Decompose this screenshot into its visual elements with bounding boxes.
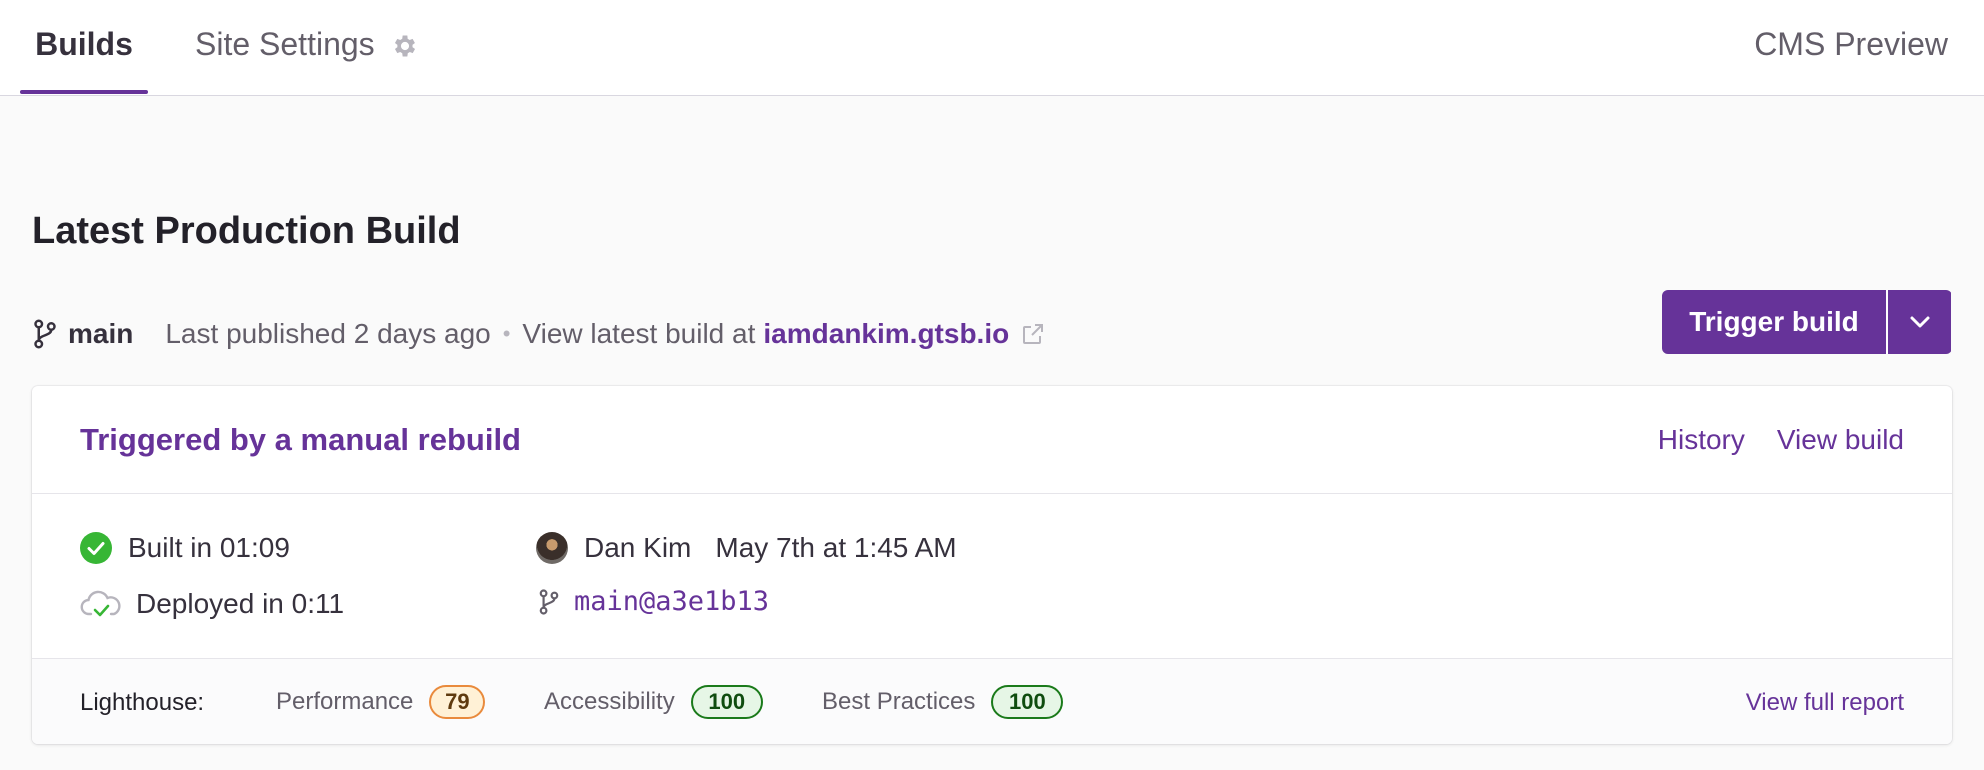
- deployed-text: Deployed in 0:11: [136, 588, 345, 619]
- tab-site-settings-label: Site Settings: [195, 26, 375, 62]
- page-title: Latest Production Build: [32, 210, 461, 252]
- top-nav: Builds Site Settings CMS Preview: [0, 0, 1984, 96]
- score-badge: 79: [429, 685, 486, 719]
- built-text: Built in 01:09: [128, 532, 290, 563]
- build-card-links: History View build: [1658, 424, 1904, 456]
- tab-site-settings[interactable]: Site Settings: [195, 26, 419, 96]
- metric-name: Accessibility: [544, 688, 675, 715]
- cloud-check-icon: [80, 590, 121, 617]
- score-badge: 100: [991, 685, 1064, 719]
- lighthouse-metric-accessibility: Accessibility 100: [544, 685, 763, 719]
- metric-name: Performance: [276, 688, 414, 715]
- tab-builds-label: Builds: [35, 26, 133, 62]
- build-date: May 7th at 1:45 AM: [715, 532, 957, 563]
- built-status: Built in 01:09: [80, 532, 290, 564]
- last-published-text: Last published 2 days ago: [165, 318, 491, 349]
- view-build-link[interactable]: View build: [1777, 424, 1904, 456]
- separator-dot: •: [502, 321, 511, 346]
- build-card: Triggered by a manual rebuild History Vi…: [32, 386, 1952, 744]
- lighthouse-bar: Lighthouse: Performance 79 Accessibility…: [32, 658, 1952, 744]
- author-name: Dan Kim: [584, 532, 692, 563]
- site-url-link[interactable]: iamdankim.gtsb.io: [763, 318, 1009, 350]
- lighthouse-metric-best-practices: Best Practices 100: [822, 685, 1064, 719]
- active-tab-indicator: [20, 90, 148, 94]
- view-latest-prefix: View latest build at: [522, 318, 756, 349]
- deployed-status: Deployed in 0:11: [80, 588, 344, 620]
- gear-icon: [394, 35, 415, 57]
- build-author-row: Dan Kim May 7th at 1:45 AM: [536, 532, 957, 564]
- build-trigger-title[interactable]: Triggered by a manual rebuild: [80, 422, 521, 458]
- external-link-icon[interactable]: [1021, 322, 1045, 346]
- git-branch-icon: [34, 319, 56, 349]
- score-badge: 100: [690, 685, 763, 719]
- branch-name: main: [68, 318, 134, 349]
- chevron-down-icon: [1910, 316, 1929, 328]
- trigger-build-options-button[interactable]: [1886, 290, 1951, 354]
- branch-meta-row: main Last published 2 days ago • View la…: [32, 314, 1045, 354]
- trigger-build-button[interactable]: Trigger build: [1662, 290, 1886, 354]
- history-link[interactable]: History: [1658, 424, 1745, 456]
- lighthouse-label: Lighthouse:: [80, 689, 205, 716]
- metric-name: Best Practices: [822, 688, 976, 715]
- cms-preview-link[interactable]: CMS Preview: [1754, 26, 1948, 63]
- commit-link[interactable]: main@a3e1b13: [574, 586, 769, 617]
- view-full-report-link[interactable]: View full report: [1746, 689, 1904, 717]
- build-card-header: Triggered by a manual rebuild History Vi…: [32, 386, 1952, 494]
- commit-row: main@a3e1b13: [538, 586, 769, 617]
- git-branch-icon: [539, 588, 559, 615]
- trigger-build-split-button: Trigger build: [1662, 290, 1952, 354]
- avatar: [536, 532, 568, 564]
- lighthouse-metric-performance: Performance 79: [276, 685, 486, 719]
- tab-builds[interactable]: Builds: [20, 26, 148, 96]
- check-circle-icon: [80, 532, 112, 564]
